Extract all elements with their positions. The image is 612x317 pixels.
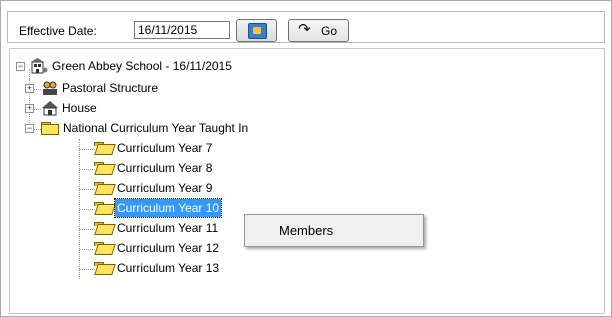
tree-node-label: Pastoral Structure <box>62 81 159 95</box>
tree-item-label: Curriculum Year 12 <box>117 241 220 255</box>
folder-open-icon <box>94 162 116 175</box>
tree-item-label: Curriculum Year 8 <box>117 161 213 175</box>
go-arrow-icon: ↷ <box>298 21 311 38</box>
collapse-toggle[interactable]: − <box>16 62 25 71</box>
tree-item-label: Curriculum Year 7 <box>117 141 213 155</box>
tree-item-label: Curriculum Year 11 <box>117 221 219 235</box>
collapse-toggle[interactable]: − <box>25 124 34 133</box>
context-menu-item-label: Members <box>279 223 334 238</box>
tree-item-curriculum-year-7[interactable]: Curriculum Year 7 <box>10 139 410 159</box>
tree-item-curriculum-year-9[interactable]: Curriculum Year 9 <box>10 179 410 199</box>
calendar-button[interactable] <box>236 19 277 42</box>
tree-item-label-selected: Curriculum Year 10 <box>113 198 223 218</box>
calendar-icon <box>248 23 267 39</box>
tree-node-label: National Curriculum Year Taught In <box>63 121 249 135</box>
context-menu: Members <box>244 214 424 247</box>
toolbar: Effective Date: 16/11/2015 ↷ Go <box>7 11 605 43</box>
expand-toggle[interactable]: + <box>25 84 34 93</box>
folder-open-icon <box>94 222 116 235</box>
tree-item-label: Curriculum Year 13 <box>117 261 220 275</box>
tree-node-national-curriculum[interactable]: − National Curriculum Year Taught In <box>10 119 410 139</box>
tree-node-label: House <box>62 101 97 115</box>
tree-item-label: Curriculum Year 9 <box>117 181 213 195</box>
folder-icon <box>41 122 60 135</box>
tree-item-curriculum-year-8[interactable]: Curriculum Year 8 <box>10 159 410 179</box>
house-icon <box>42 101 58 116</box>
expand-toggle[interactable]: + <box>25 104 34 113</box>
folder-open-icon <box>94 182 116 195</box>
folder-open-icon <box>94 242 116 255</box>
effective-date-label: Effective Date: <box>19 24 97 38</box>
window-frame: Effective Date: 16/11/2015 ↷ Go − Green … <box>0 0 612 317</box>
go-button-label: Go <box>321 24 338 38</box>
school-icon <box>31 58 48 74</box>
go-button[interactable]: ↷ Go <box>288 19 349 42</box>
folder-open-icon <box>94 202 116 215</box>
structure-tree[interactable]: − Green Abbey School - 16/11/2015 + Past… <box>9 48 605 314</box>
tree-node-pastoral-structure[interactable]: + Pastoral Structure <box>10 79 310 99</box>
context-menu-item-members[interactable]: Members <box>248 218 420 243</box>
tree-node-house[interactable]: + House <box>10 99 310 119</box>
folder-open-icon <box>94 142 116 155</box>
tree-root[interactable]: − Green Abbey School - 16/11/2015 <box>10 57 310 77</box>
tree-item-curriculum-year-13[interactable]: Curriculum Year 13 <box>10 259 410 279</box>
folder-open-icon <box>94 262 116 275</box>
tree-root-label: Green Abbey School - 16/11/2015 <box>52 59 232 73</box>
effective-date-input[interactable]: 16/11/2015 <box>134 21 230 39</box>
pastoral-structure-icon <box>43 81 57 95</box>
